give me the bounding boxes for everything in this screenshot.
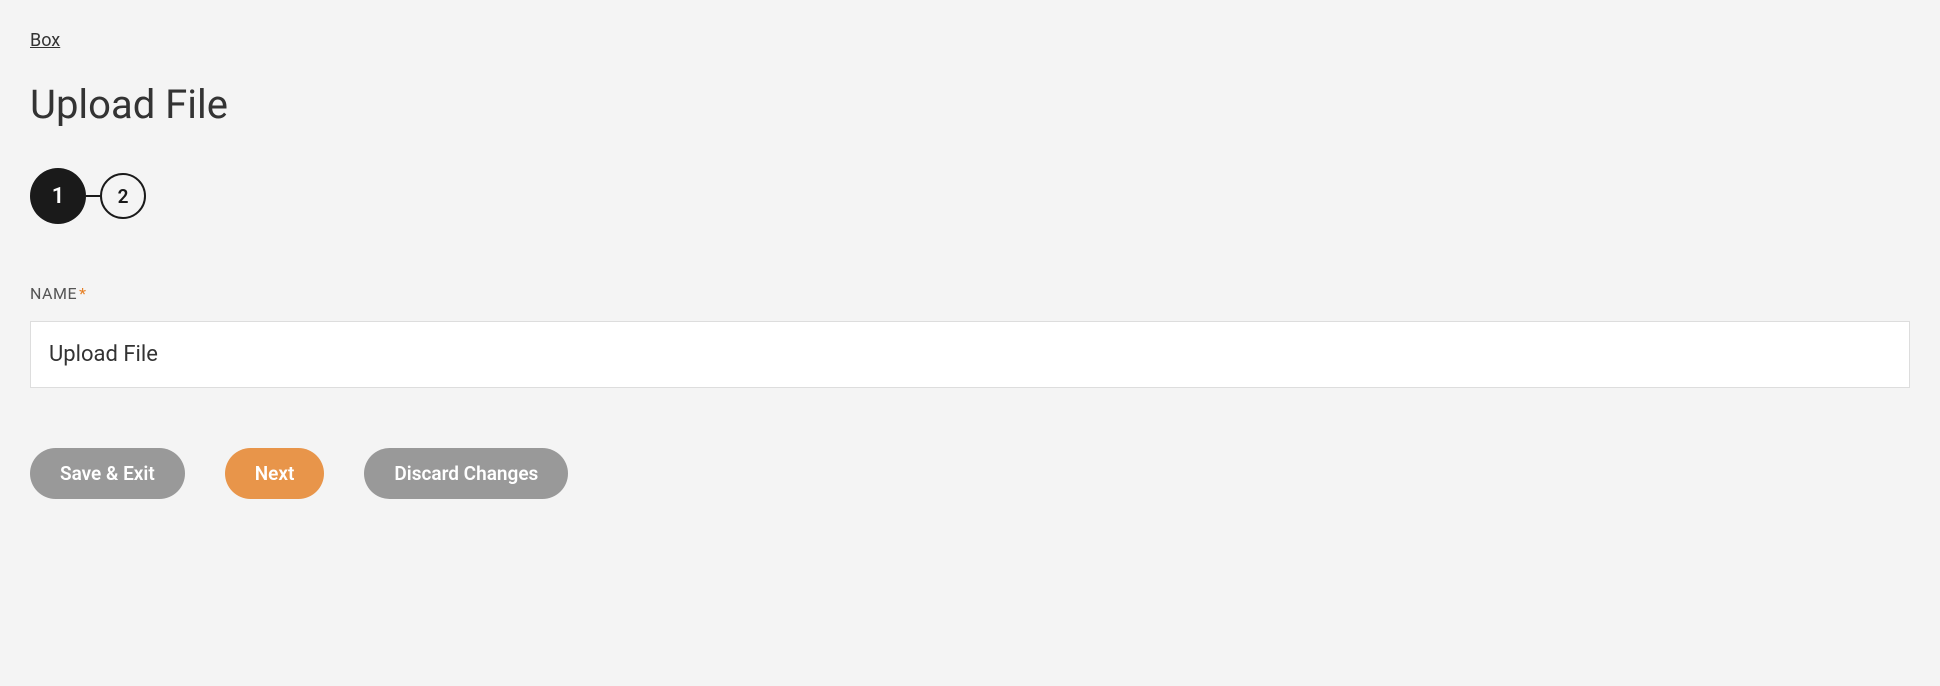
required-asterisk: * <box>79 284 86 303</box>
button-row: Save & Exit Next Discard Changes <box>30 448 1910 499</box>
step-2[interactable]: 2 <box>100 173 146 219</box>
save-exit-button[interactable]: Save & Exit <box>30 448 185 499</box>
next-button[interactable]: Next <box>225 448 325 499</box>
discard-changes-button[interactable]: Discard Changes <box>364 448 568 499</box>
name-field-label: NAME* <box>30 284 1910 303</box>
step-connector <box>86 195 100 197</box>
page-title: Upload File <box>30 81 1910 128</box>
breadcrumb: Box <box>30 30 1910 51</box>
breadcrumb-link-box[interactable]: Box <box>30 30 60 51</box>
stepper: 1 2 <box>30 168 1910 224</box>
step-1[interactable]: 1 <box>30 168 86 224</box>
name-input[interactable] <box>30 321 1910 388</box>
name-label-text: NAME <box>30 284 77 303</box>
